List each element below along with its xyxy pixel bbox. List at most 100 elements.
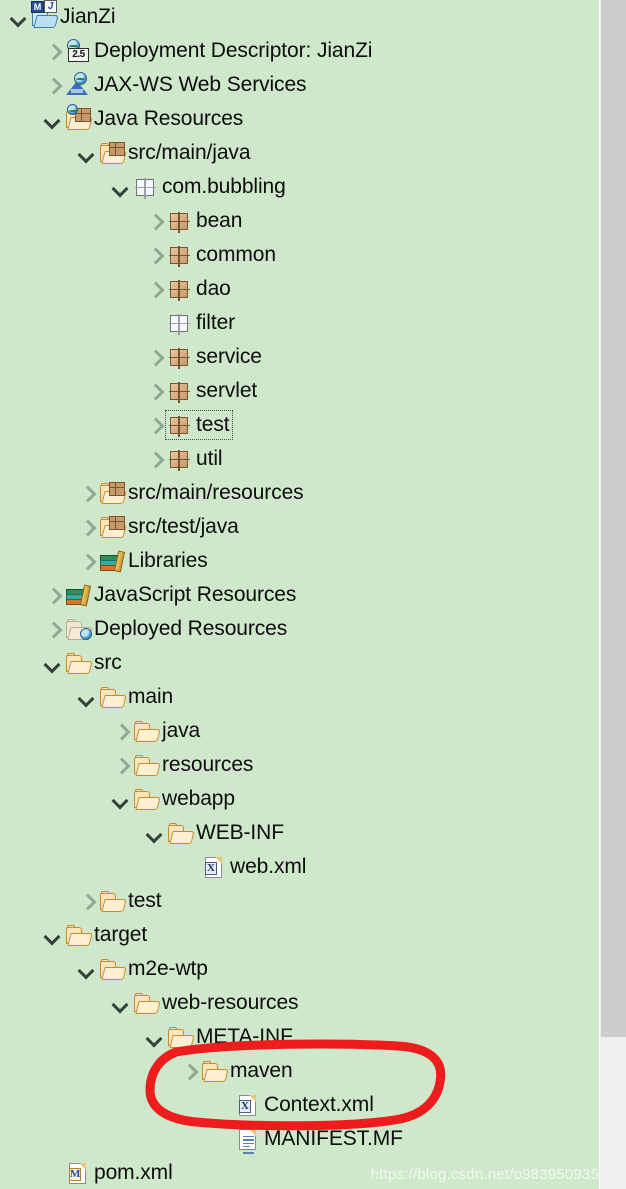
tree-row[interactable]: maven <box>0 1054 600 1088</box>
chevron-right-icon[interactable] <box>110 714 132 748</box>
tree-item[interactable]: Java Resources <box>64 104 246 133</box>
chevron-right-icon[interactable] <box>76 476 98 510</box>
tree-item[interactable]: src/main/resources <box>98 479 307 507</box>
tree-item[interactable]: WEB-INF <box>166 819 287 847</box>
tree-item[interactable]: util <box>166 445 225 473</box>
chevron-right-icon[interactable] <box>144 238 166 272</box>
tree-item[interactable]: resources <box>132 751 256 779</box>
tree-row[interactable]: servlet <box>0 374 600 408</box>
tree-item[interactable]: filter <box>166 309 238 337</box>
tree-row[interactable]: dao <box>0 272 600 306</box>
tree-row[interactable]: Deployed Resources <box>0 612 600 646</box>
chevron-down-icon[interactable] <box>110 782 132 816</box>
tree-item[interactable]: Deployed Resources <box>64 615 290 643</box>
tree-item[interactable]: X Context.xml <box>234 1091 377 1119</box>
chevron-down-icon[interactable] <box>8 0 30 34</box>
chevron-down-icon[interactable] <box>76 952 98 986</box>
tree-row[interactable]: webapp <box>0 782 600 816</box>
tree-row[interactable]: filter <box>0 306 600 340</box>
tree-row[interactable]: Java Resources <box>0 102 600 136</box>
tree-item[interactable]: bean <box>166 207 245 235</box>
tree-row[interactable]: META-INF <box>0 1020 600 1054</box>
vertical-scrollbar-track[interactable] <box>599 0 626 1189</box>
tree-item[interactable]: 2.5 Deployment Descriptor: JianZi <box>64 37 375 65</box>
tree-row[interactable]: src/main/java <box>0 136 600 170</box>
tree-row[interactable]: JAX-WS Web Services <box>0 68 600 102</box>
chevron-down-icon[interactable] <box>42 918 64 952</box>
chevron-right-icon[interactable] <box>144 408 166 442</box>
vertical-scrollbar-thumb[interactable] <box>601 0 626 1037</box>
tree-item[interactable]: src <box>64 649 125 677</box>
tree-item[interactable]: common <box>166 241 279 269</box>
tree-item[interactable]: JavaScript Resources <box>64 581 299 609</box>
tree-item[interactable]: service <box>166 343 265 371</box>
tree-item[interactable]: src/main/java <box>98 139 253 167</box>
chevron-right-icon[interactable] <box>144 442 166 476</box>
tree-item[interactable]: src/test/java <box>98 513 242 541</box>
tree-item[interactable]: M J JianZi <box>30 0 118 31</box>
tree-item[interactable]: webapp <box>132 785 238 813</box>
chevron-right-icon[interactable] <box>144 340 166 374</box>
project-tree[interactable]: M J JianZi 2.5 Deployment Descriptor: JianZi… <box>0 0 600 1189</box>
chevron-right-icon[interactable] <box>76 544 98 578</box>
tree-row[interactable]: src <box>0 646 600 680</box>
tree-row[interactable]: M J JianZi <box>0 0 600 34</box>
tree-row[interactable]: X Context.xml <box>0 1088 600 1122</box>
tree-item[interactable]: maven <box>200 1057 296 1085</box>
tree-row[interactable]: WEB-INF <box>0 816 600 850</box>
tree-row[interactable]: util <box>0 442 600 476</box>
chevron-down-icon[interactable] <box>76 136 98 170</box>
tree-item[interactable]: Xweb.xml <box>200 853 309 881</box>
chevron-down-icon[interactable] <box>110 986 132 1020</box>
chevron-right-icon[interactable] <box>110 748 132 782</box>
chevron-down-icon[interactable] <box>76 680 98 714</box>
tree-item[interactable]: servlet <box>166 377 260 405</box>
tree-row[interactable]: m2e-wtp <box>0 952 600 986</box>
tree-row[interactable]: resources <box>0 748 600 782</box>
tree-item[interactable]: web-resources <box>132 989 301 1017</box>
tree-row[interactable]: JavaScript Resources <box>0 578 600 612</box>
chevron-right-icon[interactable] <box>42 68 64 102</box>
tree-row[interactable]: java <box>0 714 600 748</box>
chevron-down-icon[interactable] <box>42 102 64 136</box>
chevron-right-icon[interactable] <box>144 204 166 238</box>
tree-row[interactable]: Xweb.xml <box>0 850 600 884</box>
tree-item[interactable]: MANIFEST.MF <box>234 1125 406 1154</box>
tree-row[interactable]: 2.5 Deployment Descriptor: JianZi <box>0 34 600 68</box>
chevron-right-icon[interactable] <box>76 510 98 544</box>
tree-item[interactable]: m2e-wtp <box>98 955 211 983</box>
tree-item[interactable]: JAX-WS Web Services <box>64 71 309 99</box>
tree-item[interactable]: test <box>164 410 234 440</box>
chevron-right-icon[interactable] <box>144 272 166 306</box>
chevron-down-icon[interactable] <box>144 1020 166 1054</box>
tree-row[interactable]: test <box>0 884 600 918</box>
tree-row[interactable]: bean <box>0 204 600 238</box>
tree-row[interactable]: com.bubbling <box>0 170 600 204</box>
chevron-right-icon[interactable] <box>178 1054 200 1088</box>
tree-row[interactable]: target <box>0 918 600 952</box>
tree-item[interactable]: META-INF <box>166 1023 296 1051</box>
tree-row[interactable]: test <box>0 408 600 442</box>
chevron-right-icon[interactable] <box>144 374 166 408</box>
chevron-right-icon[interactable] <box>42 34 64 68</box>
tree-row[interactable]: web-resources <box>0 986 600 1020</box>
tree-item[interactable]: java <box>132 717 203 745</box>
tree-item[interactable]: com.bubbling <box>132 173 289 201</box>
tree-item[interactable]: main <box>98 683 176 711</box>
tree-item[interactable]: target <box>64 921 150 949</box>
tree-row[interactable]: src/main/resources <box>0 476 600 510</box>
tree-item[interactable]: dao <box>166 275 234 303</box>
chevron-down-icon[interactable] <box>110 170 132 204</box>
chevron-down-icon[interactable] <box>42 646 64 680</box>
tree-item[interactable]: Mpom.xml <box>64 1159 176 1187</box>
tree-row[interactable]: main <box>0 680 600 714</box>
tree-row[interactable]: common <box>0 238 600 272</box>
tree-row[interactable]: src/test/java <box>0 510 600 544</box>
tree-row[interactable]: MANIFEST.MF <box>0 1122 600 1156</box>
chevron-right-icon[interactable] <box>76 884 98 918</box>
chevron-right-icon[interactable] <box>42 612 64 646</box>
tree-row[interactable]: Libraries <box>0 544 600 578</box>
tree-row[interactable]: service <box>0 340 600 374</box>
tree-item[interactable]: Libraries <box>98 547 211 575</box>
chevron-right-icon[interactable] <box>42 578 64 612</box>
